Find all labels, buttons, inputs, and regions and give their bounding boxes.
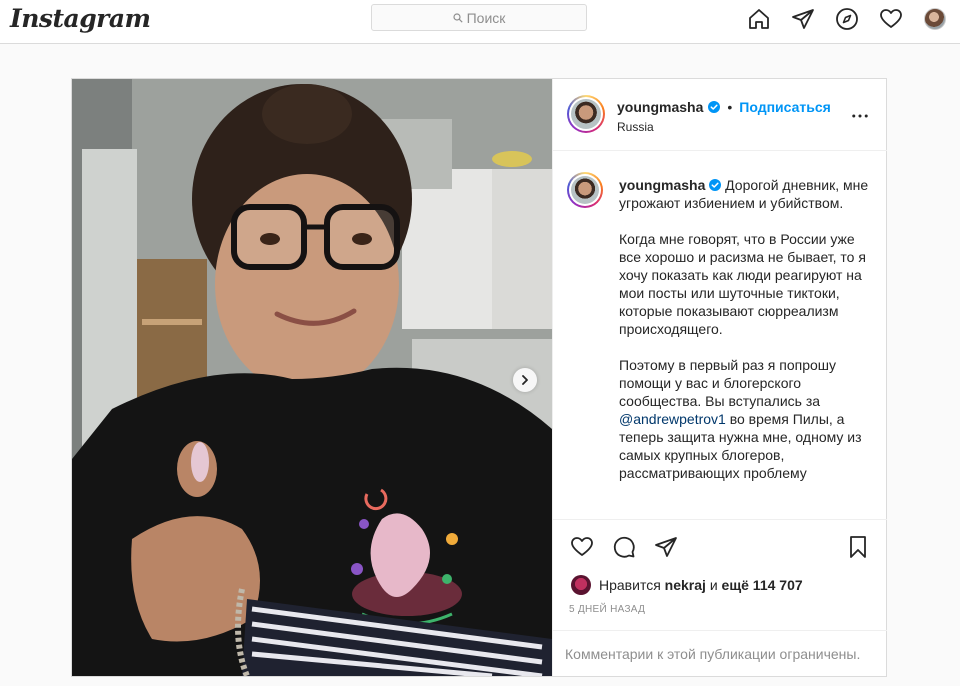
verified-badge-icon <box>709 179 722 191</box>
heart-icon[interactable] <box>878 6 904 32</box>
post-header: youngmasha • Подписаться Russia <box>553 79 887 151</box>
caption-scroll-area[interactable]: youngmasha Дорогой дневник, мне угрожают… <box>553 152 887 519</box>
heart-icon <box>571 537 593 556</box>
action-icons <box>569 534 679 560</box>
home-icon[interactable] <box>746 6 772 32</box>
explore-icon[interactable] <box>834 6 860 32</box>
like-button[interactable] <box>569 534 595 560</box>
more-options-button[interactable] <box>851 107 869 125</box>
save-button[interactable] <box>845 534 871 560</box>
top-navigation-bar: Instagram Поиск <box>0 0 960 44</box>
share-icon <box>655 537 677 557</box>
direct-icon[interactable] <box>790 6 816 32</box>
bookmark-icon <box>850 536 866 558</box>
likes-count[interactable]: ещё 114 707 <box>722 577 803 593</box>
follow-button[interactable]: Подписаться <box>739 99 831 115</box>
search-input[interactable]: Поиск <box>371 4 587 31</box>
comments-limited-notice: Комментарии к этой публикации ограничены… <box>553 630 887 676</box>
caption-mention-link[interactable]: @andrewpetrov1 <box>619 411 726 427</box>
liker-username[interactable]: nekraj <box>665 577 706 593</box>
liker-avatar[interactable] <box>571 575 591 595</box>
post-side-panel: youngmasha • Подписаться Russia youngmas… <box>552 79 887 676</box>
nav-icons <box>746 6 948 32</box>
verified-badge-icon <box>708 101 721 113</box>
caption-text: youngmasha Дорогой дневник, мне угрожают… <box>619 176 871 482</box>
chevron-right-icon <box>522 375 528 385</box>
post-card: youngmasha • Подписаться Russia youngmas… <box>71 78 887 677</box>
photo-illustration <box>72 79 552 676</box>
caption-avatar[interactable] <box>567 172 603 208</box>
avatar <box>924 8 946 30</box>
caption-username[interactable]: youngmasha <box>619 177 705 193</box>
author-line: youngmasha • Подписаться <box>617 99 831 115</box>
separator-dot: • <box>727 99 733 115</box>
share-button[interactable] <box>653 534 679 560</box>
likes-summary: Нравится nekraj и ещё 114 707 <box>571 575 803 595</box>
author-avatar[interactable] <box>567 95 605 133</box>
comment-button[interactable] <box>611 534 637 560</box>
search-placeholder: Поиск <box>466 9 506 26</box>
search-icon <box>452 12 463 23</box>
caption-body-part1: Дорогой дневник, мне угрожают избиением … <box>619 177 869 409</box>
post-location[interactable]: Russia <box>617 120 654 134</box>
more-dots-icon <box>852 114 868 118</box>
post-photo[interactable] <box>72 79 552 676</box>
likes-prefix: Нравится <box>599 577 661 593</box>
likes-middle: и <box>709 577 718 593</box>
instagram-logo[interactable]: Instagram <box>10 4 151 33</box>
comment-icon <box>613 536 635 558</box>
next-photo-button[interactable] <box>513 368 537 392</box>
author-username[interactable]: youngmasha <box>617 99 703 115</box>
profile-avatar[interactable] <box>922 6 948 32</box>
post-actions: Нравится nekraj и ещё 114 707 5 ДНЕЙ НАЗ… <box>553 519 887 676</box>
post-timestamp[interactable]: 5 ДНЕЙ НАЗАД <box>569 604 645 615</box>
